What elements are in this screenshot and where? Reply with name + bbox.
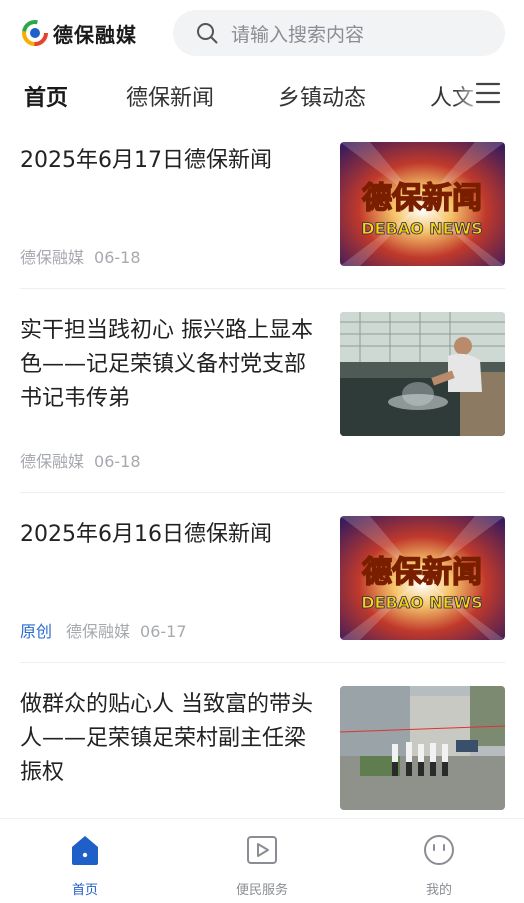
home-icon — [72, 836, 98, 865]
menu-icon[interactable] — [474, 80, 502, 106]
news-thumbnail[interactable]: 德保新闻 DEBAO NEWS — [340, 516, 505, 640]
search-bar[interactable]: 请输入搜索内容 — [173, 10, 505, 56]
tab-township-news[interactable]: 乡镇动态 — [278, 80, 366, 112]
banner-sub-text: DEBAO NEWS — [361, 593, 482, 612]
news-thumbnail[interactable]: 德保新闻 DEBAO NEWS — [340, 142, 505, 266]
news-source: 德保融媒 — [20, 452, 85, 471]
nav-services-label: 便民服务 — [235, 883, 288, 898]
news-source: 德保融媒 — [66, 622, 131, 641]
banner-title-text: 德保新闻 — [362, 555, 482, 590]
nav-profile[interactable]: 我的 — [379, 819, 499, 903]
news-thumbnail[interactable] — [340, 686, 505, 810]
nav-home[interactable]: 首页 — [25, 819, 145, 903]
bottom-navigation: 首页 便民服务 我的 — [0, 818, 524, 903]
news-date: 06-17 — [140, 622, 187, 641]
category-tabs: 首页 德保新闻 乡镇动态 人文 — [0, 66, 524, 126]
list-divider — [20, 288, 505, 289]
tab-debao-news[interactable]: 德保新闻 — [126, 80, 214, 112]
brand-logo-icon — [22, 20, 48, 46]
banner-sub-text: DEBAO NEWS — [361, 219, 482, 238]
banner-title-text: 德保新闻 — [362, 181, 482, 216]
news-date: 06-18 — [94, 248, 141, 267]
nav-profile-label: 我的 — [425, 883, 452, 898]
list-divider — [20, 492, 505, 493]
news-title[interactable]: 做群众的贴心人 当致富的带头人——足荣镇足荣村副主任梁振权 — [20, 688, 325, 790]
fish-farm-photo — [340, 312, 505, 436]
news-title[interactable]: 2025年6月16日德保新闻 — [20, 518, 325, 552]
brand-name: 德保融媒 — [53, 22, 137, 47]
nav-services[interactable]: 便民服务 — [202, 819, 322, 903]
news-title[interactable]: 实干担当践初心 振兴路上显本色——记足荣镇义备村党支部书记韦传弟 — [20, 314, 325, 416]
smiley-icon — [424, 835, 454, 865]
play-square-icon — [247, 836, 277, 864]
original-tag: 原创 — [20, 622, 53, 641]
search-icon — [197, 23, 218, 44]
news-thumbnail[interactable] — [340, 312, 505, 436]
app-header: 德保融媒 请输入搜索内容 — [0, 0, 524, 66]
list-divider — [20, 662, 505, 663]
news-meta: 原创 德保融媒 06-17 — [20, 618, 187, 642]
news-source: 德保融媒 — [20, 248, 85, 267]
village-group-photo — [340, 686, 505, 810]
news-meta: 德保融媒 06-18 — [20, 244, 141, 268]
news-date: 06-18 — [94, 452, 141, 471]
news-title[interactable]: 2025年6月17日德保新闻 — [20, 144, 325, 178]
debao-news-banner-image: 德保新闻 DEBAO NEWS — [340, 142, 505, 266]
brand-logo: 德保融媒 — [22, 18, 137, 48]
debao-news-banner-image: 德保新闻 DEBAO NEWS — [340, 516, 505, 640]
news-meta: 德保融媒 06-18 — [20, 448, 141, 472]
tab-home[interactable]: 首页 — [24, 80, 68, 112]
nav-home-label: 首页 — [71, 883, 98, 898]
search-placeholder: 请输入搜索内容 — [231, 23, 365, 46]
